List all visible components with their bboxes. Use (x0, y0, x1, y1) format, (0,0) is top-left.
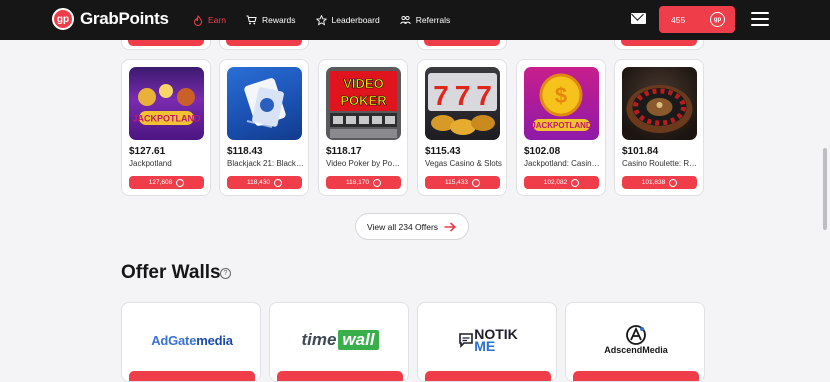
notik-me-logo: NOTIK ME (418, 325, 556, 355)
logo-mark-icon: gp (52, 8, 74, 30)
star-icon (315, 14, 327, 26)
offer-card[interactable]: VIDEO POKER $118.17 Video Poker by Pokeri… (318, 59, 408, 196)
svg-text:VIDEO: VIDEO (343, 76, 383, 91)
people-icon (400, 15, 411, 26)
offer-wall-card-adgate[interactable]: AdGatemedia (121, 302, 261, 382)
offer-price: $102.08 (524, 146, 561, 157)
wall-name-b: wall (338, 330, 379, 350)
previous-offer-button[interactable] (226, 40, 302, 46)
points-coin-icon (571, 178, 580, 187)
previous-offer-button[interactable] (424, 40, 500, 46)
main-nav: Earn Rewards Leaderboard Referrals (192, 0, 470, 40)
offer-points-button[interactable]: 127,608 (129, 176, 204, 189)
wall-name-b: Media (642, 345, 668, 355)
timewall-logo: time wall (270, 325, 408, 355)
mail-icon[interactable] (631, 13, 646, 24)
svg-text:7: 7 (476, 80, 492, 111)
chat-bubble-icon (459, 333, 474, 348)
points-coin-icon (274, 178, 282, 187)
offer-wall-card-notik[interactable]: NOTIK ME (417, 302, 557, 382)
offer-wall-card-timewall[interactable]: time wall (269, 302, 409, 382)
blackjack-thumbnail (227, 67, 302, 140)
hamburger-menu-icon[interactable] (751, 12, 769, 26)
svg-text:POKER: POKER (340, 93, 387, 108)
svg-text:JACKPOTLAND: JACKPOTLAND (132, 114, 201, 124)
arrow-right-icon (444, 222, 456, 232)
wall-name-a: AdGate (151, 332, 197, 348)
flame-icon (192, 14, 203, 26)
offer-points-button[interactable]: 115,433 (425, 176, 500, 189)
offer-points-button[interactable]: 101,838 (622, 176, 697, 189)
wall-name-a: Adscend (604, 345, 643, 355)
offer-price: $127.61 (129, 146, 166, 157)
cart-icon (246, 15, 257, 26)
wall-name-a: time (301, 330, 337, 349)
offer-name: Casino Roulette: Roulettist (622, 159, 699, 168)
adscend-mark-icon (626, 325, 646, 345)
offer-name: Vegas Casino & Slots (425, 159, 502, 168)
offer-wall-card-adscend[interactable]: AdscendMedia (565, 302, 705, 382)
nav-item-referrals[interactable]: Referrals (400, 15, 450, 26)
offer-points-button[interactable]: 118,430 (227, 176, 302, 189)
adgate-media-logo: AdGatemedia (122, 325, 260, 355)
view-all-offers-button[interactable]: View all 234 Offers (355, 213, 469, 240)
grabpoints-logo[interactable]: gp GrabPoints (52, 8, 169, 30)
video-poker-thumbnail: VIDEO POKER (326, 67, 401, 140)
logo-text: GrabPoints (80, 9, 169, 28)
svg-text:7: 7 (455, 80, 471, 111)
nav-label-rewards: Rewards (261, 15, 296, 25)
offer-card[interactable]: JACKPOTLAND $127.61 Jackpotland 127,608 (121, 59, 211, 196)
points-balance-button[interactable]: 455 gp (659, 6, 735, 33)
nav-label-earn: Earn (208, 15, 226, 25)
wall-name-b: media (196, 332, 233, 348)
jackpotland-thumbnail: JACKPOTLAND (129, 67, 204, 140)
nav-item-rewards[interactable]: Rewards (246, 15, 296, 26)
slots-777-thumbnail: 777 (425, 67, 500, 140)
offer-points: 102,082 (543, 179, 568, 186)
nav-label-referrals: Referrals (415, 15, 451, 25)
offer-price: $101.84 (622, 146, 659, 157)
offer-walls-title: Offer Walls (121, 262, 221, 283)
points-coin-icon (669, 178, 678, 187)
top-navigation-bar: gp GrabPoints Earn Rewards Leaderboard R… (0, 0, 830, 40)
offer-points: 118,170 (345, 179, 369, 186)
nav-label-leaderboard: Leaderboard (331, 15, 380, 25)
previous-offer-button[interactable] (128, 40, 204, 46)
offer-card[interactable]: $ JACKPOTLAND $102.08 Jackpotland: Casino… (516, 59, 606, 196)
svg-text:JACKPOTLAND: JACKPOTLAND (531, 121, 592, 130)
offer-points: 118,430 (246, 179, 270, 186)
view-all-label: View all 234 Offers (367, 221, 439, 232)
offer-price: $118.43 (227, 146, 263, 157)
offer-name: Blackjack 21: Blackjackist (227, 159, 304, 168)
offer-card[interactable]: 777 $115.43 Vegas Casino & Slots 115,433 (417, 59, 507, 196)
roulette-thumbnail (622, 67, 697, 140)
offer-points: 115,433 (444, 179, 468, 186)
help-icon[interactable]: ? (220, 268, 231, 279)
offer-points-button[interactable]: 118,170 (326, 176, 401, 189)
jackpotland-coin-thumbnail: $ JACKPOTLAND (524, 67, 599, 140)
points-balance-value: 455 (671, 14, 686, 25)
page-scrollbar[interactable] (823, 148, 827, 230)
points-coin-icon: gp (710, 12, 725, 27)
nav-item-earn[interactable]: Earn (192, 14, 226, 26)
offer-price: $115.43 (425, 146, 461, 157)
offer-card[interactable]: $118.43 Blackjack 21: Blackjackist 118,4… (219, 59, 309, 196)
adscend-media-logo: AdscendMedia (566, 325, 704, 355)
points-coin-icon (373, 178, 381, 187)
offer-name: Jackpotland (129, 159, 172, 168)
points-coin-icon (472, 178, 480, 187)
offer-price: $118.17 (326, 146, 362, 157)
points-coin-icon (176, 178, 185, 187)
offer-points: 101,838 (641, 179, 666, 186)
offer-points: 127,608 (148, 179, 173, 186)
offer-card[interactable]: $101.84 Casino Roulette: Roulettist 101,… (614, 59, 704, 196)
previous-offer-button[interactable] (621, 40, 697, 46)
offer-name: Video Poker by Pokerist (326, 159, 403, 168)
svg-text:7: 7 (433, 80, 449, 111)
nav-item-leaderboard[interactable]: Leaderboard (315, 14, 380, 26)
svg-text:$: $ (555, 83, 567, 108)
offer-name: Jackpotland: Casino Slots (524, 159, 601, 168)
offer-points-button[interactable]: 102,082 (524, 176, 599, 189)
